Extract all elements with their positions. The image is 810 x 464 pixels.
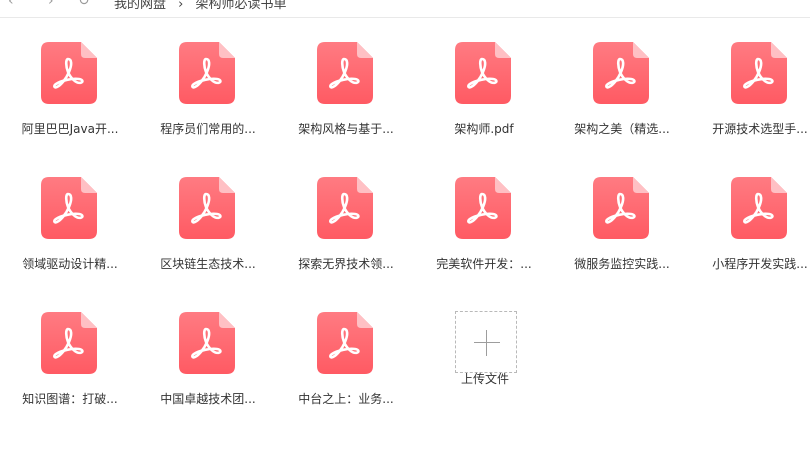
breadcrumb-current: 架构师必读书单	[195, 0, 287, 12]
chevron-right-icon[interactable]: ›	[48, 0, 54, 8]
file-item[interactable]: 微服务监控实践...	[562, 152, 682, 271]
file-label: 架构风格与基于...	[298, 122, 394, 136]
pdf-icon	[593, 42, 649, 104]
file-label: 开源技术选型手...	[712, 122, 808, 136]
file-item[interactable]: 架构风格与基于...	[286, 17, 406, 136]
file-item[interactable]: 阿里巴巴Java开...	[10, 17, 130, 136]
pdf-icon	[41, 42, 97, 104]
file-label: 知识图谱：打破...	[22, 392, 118, 406]
file-item[interactable]: 开源技术选型手...	[700, 17, 810, 136]
file-label: 微服务监控实践...	[574, 257, 670, 271]
file-label: 领域驱动设计精...	[22, 257, 118, 271]
pdf-icon	[455, 42, 511, 104]
breadcrumb: 我的网盘 › 架构师必读书单	[114, 0, 295, 12]
upload-label: 上传文件	[460, 372, 509, 386]
file-item[interactable]: 知识图谱：打破...	[10, 287, 130, 406]
file-item[interactable]: 架构之美（精选...	[562, 17, 682, 136]
file-label: 架构之美（精选...	[574, 122, 670, 136]
file-label: 完美软件开发：...	[436, 257, 532, 271]
pdf-icon	[179, 177, 235, 239]
upload-button[interactable]	[455, 311, 517, 373]
pdf-icon	[317, 177, 373, 239]
toolbar: ‹ › ↻ 我的网盘 › 架构师必读书单	[0, 0, 810, 18]
file-label: 探索无界技术领...	[298, 257, 394, 271]
pdf-icon	[41, 312, 97, 374]
upload-file-item[interactable]: 上传文件	[425, 293, 545, 403]
file-item[interactable]: 区块链生态技术...	[148, 152, 268, 271]
file-label: 中国卓越技术团...	[160, 392, 256, 406]
file-item[interactable]: 架构师.pdf	[424, 17, 544, 136]
pdf-icon	[731, 177, 787, 239]
breadcrumb-root[interactable]: 我的网盘	[114, 0, 166, 12]
breadcrumb-separator: ›	[178, 0, 184, 12]
refresh-icon[interactable]: ↻	[78, 0, 90, 8]
file-item[interactable]: 程序员们常用的...	[148, 17, 268, 136]
file-label: 阿里巴巴Java开...	[21, 122, 119, 136]
file-label: 程序员们常用的...	[160, 122, 256, 136]
pdf-icon	[455, 177, 511, 239]
file-item[interactable]: 探索无界技术领...	[286, 152, 406, 271]
file-item[interactable]: 完美软件开发：...	[424, 152, 544, 271]
pdf-icon	[317, 312, 373, 374]
file-grid: 阿里巴巴Java开... 程序员们常用的... 架构风格与基于... 架构师.pdf 架…	[0, 17, 810, 464]
pdf-icon	[41, 177, 97, 239]
file-label: 中台之上：业务...	[298, 392, 394, 406]
plus-icon	[474, 342, 500, 343]
pdf-icon	[593, 177, 649, 239]
pdf-icon	[179, 42, 235, 104]
file-label: 小程序开发实践...	[712, 257, 808, 271]
pdf-icon	[731, 42, 787, 104]
file-label: 区块链生态技术...	[160, 257, 256, 271]
file-item[interactable]: 中台之上：业务...	[286, 287, 406, 406]
file-item[interactable]: 小程序开发实践...	[700, 152, 810, 271]
pdf-icon	[179, 312, 235, 374]
chevron-left-icon[interactable]: ‹	[8, 0, 14, 8]
pdf-icon	[317, 42, 373, 104]
file-item[interactable]: 中国卓越技术团...	[148, 287, 268, 406]
file-label: 架构师.pdf	[454, 122, 514, 136]
file-item[interactable]: 领域驱动设计精...	[10, 152, 130, 271]
